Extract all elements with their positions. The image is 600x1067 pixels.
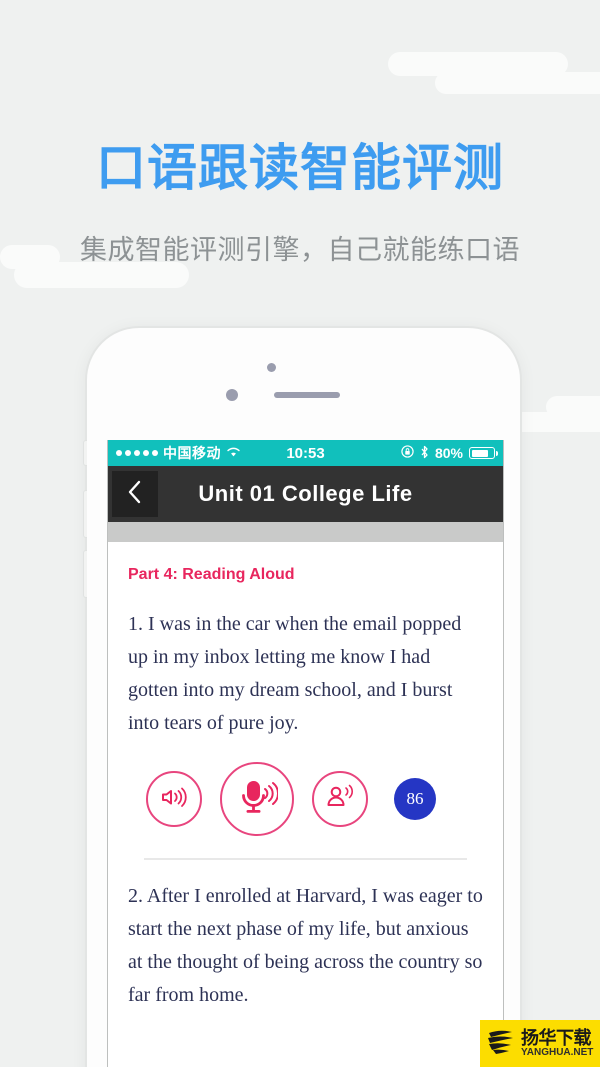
bluetooth-icon: [420, 445, 429, 462]
proximity-sensor: [225, 389, 238, 401]
cloud-decoration: [546, 396, 600, 418]
carrier-label: 中国移动: [163, 445, 221, 461]
battery-percent-label: 80%: [434, 445, 463, 461]
status-bar: 中国移动 10:53 80%: [108, 440, 503, 466]
clock-label: 10:53: [286, 444, 325, 462]
page-title: Unit 01 College Life: [198, 481, 413, 506]
microphone-icon: [236, 777, 280, 822]
globe-icon: [484, 1024, 518, 1063]
record-button[interactable]: [220, 762, 294, 836]
score-badge[interactable]: 86: [394, 778, 436, 820]
play-audio-button[interactable]: [146, 771, 202, 827]
reading-passage-2: 2. After I enrolled at Harvard, I was ea…: [128, 885, 483, 1006]
speaker-icon: [159, 784, 189, 815]
volume-up-button: [83, 490, 87, 538]
watermark-cn-label: 扬华下载: [521, 1027, 592, 1048]
lesson-content: Part 4: Reading Aloud 1. I was in the ca…: [108, 542, 503, 1012]
practice-controls: 86: [128, 740, 483, 852]
mute-switch: [83, 440, 87, 466]
earpiece-speaker: [273, 392, 340, 398]
page-subheadline: 集成智能评测引擎，自己就能练口语: [80, 235, 520, 265]
wifi-icon: [226, 445, 241, 461]
toolbar-spacer: [108, 522, 503, 542]
watermark-badge: 扬华下载 YANGHUA.NET: [480, 1020, 600, 1067]
volume-down-button: [83, 550, 87, 598]
signal-strength-icon: [116, 450, 158, 456]
phone-screen: 中国移动 10:53 80% Unit 01 College Life Part…: [107, 440, 504, 1067]
cloud-decoration: [388, 52, 568, 76]
playback-recording-button[interactable]: [312, 771, 368, 827]
nav-bar: Unit 01 College Life: [108, 466, 503, 522]
front-camera: [266, 363, 276, 372]
watermark-en-label: YANGHUA.NET: [521, 1046, 594, 1058]
chevron-left-icon: [125, 479, 145, 510]
page-headline: 口语跟读智能评测: [96, 140, 504, 196]
phone-mockup: 中国移动 10:53 80% Unit 01 College Life Part…: [83, 326, 522, 1067]
battery-icon: [469, 447, 498, 459]
reading-passage-1: 1. I was in the car when the email poppe…: [128, 613, 462, 734]
rotation-lock-icon: [401, 445, 414, 461]
back-button[interactable]: [112, 471, 158, 517]
cloud-decoration: [435, 72, 600, 94]
section-title: Part 4: Reading Aloud: [128, 566, 295, 583]
person-speaking-icon: [324, 783, 356, 816]
